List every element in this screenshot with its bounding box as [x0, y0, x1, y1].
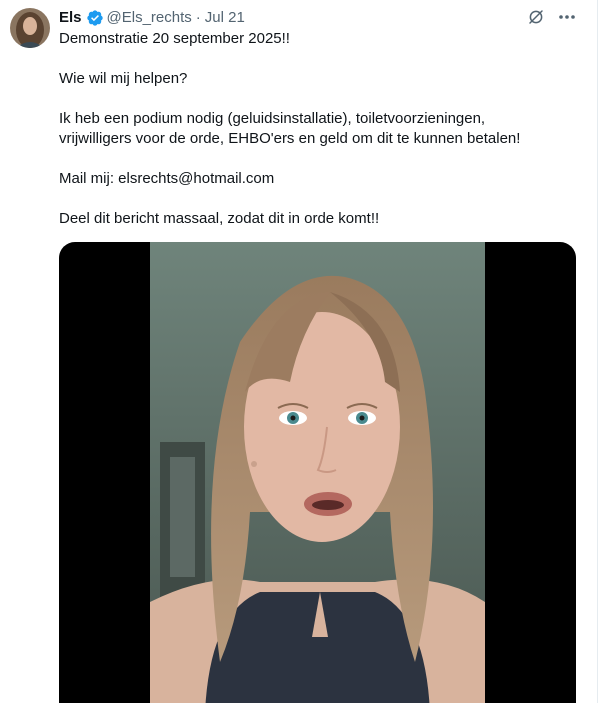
- tweet-paragraph: Mail mij: elsrechts@hotmail.com: [59, 170, 275, 187]
- video-player[interactable]: [59, 242, 576, 703]
- tweet-text: Demonstratie 20 september 2025!! Wie wil…: [59, 29, 579, 229]
- grok-icon[interactable]: [527, 8, 545, 31]
- avatar[interactable]: [10, 8, 50, 48]
- tweet-paragraph: Demonstratie 20 september 2025!!: [59, 30, 290, 47]
- tweet-paragraph: Deel dit bericht massaal, zodat dit in o…: [59, 210, 380, 227]
- tweet-header: Els @Els_rechts · Jul 21: [59, 7, 577, 29]
- tweet-paragraph: Wie wil mij helpen?: [59, 70, 188, 87]
- tweet-date[interactable]: Jul 21: [205, 8, 245, 28]
- video-frame[interactable]: [150, 242, 485, 703]
- tweet-actions: [527, 8, 577, 31]
- separator-dot: ·: [195, 9, 201, 26]
- verified-badge-icon: [86, 9, 104, 27]
- author-name[interactable]: Els: [59, 8, 82, 28]
- author-handle[interactable]: @Els_rechts: [107, 8, 192, 28]
- tweet-paragraph: Ik heb een podium nodig (geluidsinstalla…: [59, 110, 521, 147]
- more-options-icon[interactable]: [557, 8, 577, 31]
- tweet: Els @Els_rechts · Jul 21 Demonstratie 20…: [0, 0, 598, 703]
